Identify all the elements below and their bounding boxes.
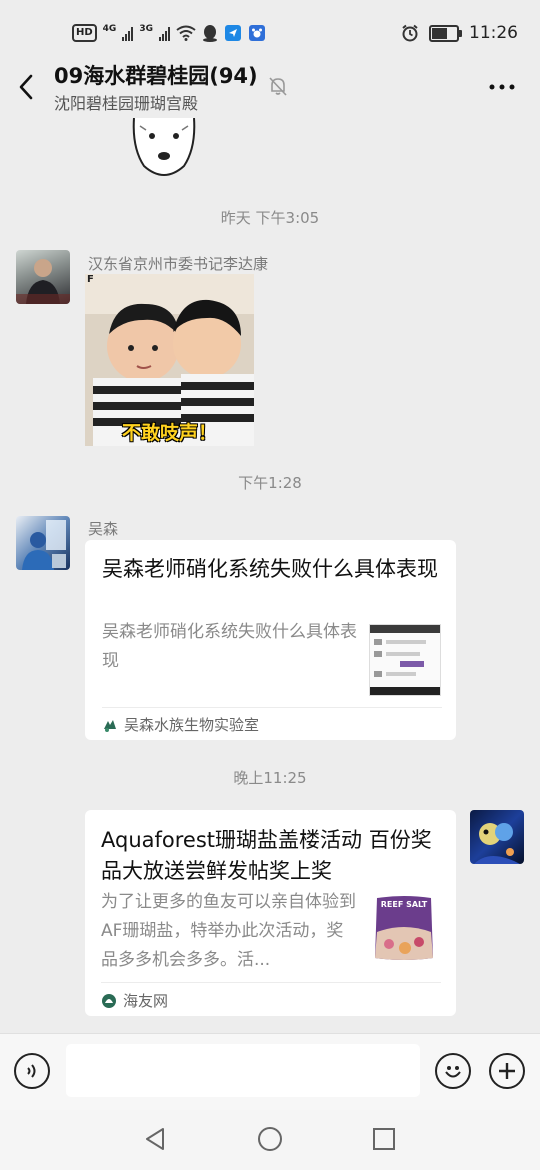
emoji-button[interactable] bbox=[435, 1053, 471, 1089]
source-app-icon bbox=[104, 719, 116, 732]
timestamp: 昨天 下午3:05 bbox=[220, 209, 320, 227]
my-avatar[interactable] bbox=[470, 810, 524, 864]
back-arrow-icon[interactable] bbox=[12, 70, 42, 104]
link-card-thumbnail bbox=[369, 624, 441, 696]
card-divider bbox=[102, 707, 442, 708]
signal-icon bbox=[122, 25, 134, 41]
link-card[interactable]: 吴森老师硝化系统失败什么具体表现 吴森老师硝化系统失败什么具体表现 吴森水族生物… bbox=[85, 540, 456, 740]
sticker-image[interactable]: F 不敢吱声！ bbox=[85, 274, 254, 446]
battery-icon bbox=[429, 24, 462, 42]
link-card-source: 吴森水族生物实验室 bbox=[102, 714, 259, 735]
more-functions-button[interactable] bbox=[489, 1053, 525, 1089]
link-card-title: Aquaforest珊瑚盐盖楼活动 百份奖品大放送尝鲜发帖奖上奖 bbox=[101, 828, 432, 883]
timestamp: 下午1:28 bbox=[238, 474, 302, 492]
baidu-icon bbox=[248, 25, 265, 41]
chat-title: 09海水群碧桂园(94) bbox=[54, 64, 258, 88]
qq-icon bbox=[202, 25, 217, 42]
nav-home-icon[interactable] bbox=[257, 1126, 283, 1152]
timestamp: 晚上11:25 bbox=[233, 769, 307, 787]
source-app-icon bbox=[102, 993, 116, 1008]
plus-icon bbox=[499, 1063, 515, 1079]
card-divider bbox=[101, 982, 441, 983]
sticker-corner-mark: F bbox=[87, 274, 94, 285]
more-options-icon[interactable] bbox=[484, 74, 520, 98]
sim1-label: 4G bbox=[102, 24, 117, 34]
signal-icon-2 bbox=[158, 25, 170, 41]
mute-bell-icon bbox=[269, 77, 287, 96]
app-notify-icon bbox=[224, 25, 241, 41]
status-right: 11:26 bbox=[401, 22, 518, 44]
status-left: HD 4G 3G bbox=[72, 22, 266, 44]
alarm-icon bbox=[402, 24, 418, 42]
message-input[interactable] bbox=[66, 1044, 420, 1097]
link-card-own[interactable]: Aquaforest珊瑚盐盖楼活动 百份奖品大放送尝鲜发帖奖上奖 为了让更多的鱼… bbox=[85, 810, 456, 1016]
sender-name: 汉东省京州市委书记李达康 bbox=[88, 255, 269, 273]
avatar[interactable] bbox=[16, 250, 70, 304]
avatar[interactable] bbox=[16, 516, 70, 570]
wifi-icon bbox=[176, 25, 196, 41]
link-card-thumbnail: REEF SALT bbox=[369, 892, 439, 964]
link-card-description: 为了让更多的鱼友可以亲自体验到AF珊瑚盐，特举办此次活动，奖品多多机会多多。活.… bbox=[101, 892, 356, 970]
link-card-description: 吴森老师硝化系统失败什么具体表现 bbox=[102, 622, 357, 671]
link-card-source-name: 吴森水族生物实验室 bbox=[124, 716, 260, 734]
clock: 11:26 bbox=[469, 23, 518, 43]
previous-sticker[interactable] bbox=[130, 118, 198, 182]
nav-recents-icon[interactable] bbox=[372, 1127, 396, 1151]
sender-name: 吴森 bbox=[88, 520, 119, 538]
sticker-caption: 不敢吱声！ bbox=[121, 422, 217, 444]
product-label: REEF SALT bbox=[380, 900, 428, 909]
link-card-source-name: 海友网 bbox=[123, 992, 169, 1010]
sim2-label: 3G bbox=[139, 24, 153, 34]
emoji-icon bbox=[445, 1066, 461, 1078]
voice-icon bbox=[27, 1064, 36, 1078]
nav-back-icon[interactable] bbox=[143, 1126, 167, 1152]
link-card-source: 海友网 bbox=[101, 990, 168, 1011]
link-card-title: 吴森老师硝化系统失败什么具体表现 bbox=[102, 557, 438, 581]
voice-input-button[interactable] bbox=[14, 1053, 50, 1089]
hd-badge: HD bbox=[72, 24, 97, 42]
chat-subtitle: 沈阳碧桂园珊瑚宫殿 bbox=[54, 94, 199, 113]
